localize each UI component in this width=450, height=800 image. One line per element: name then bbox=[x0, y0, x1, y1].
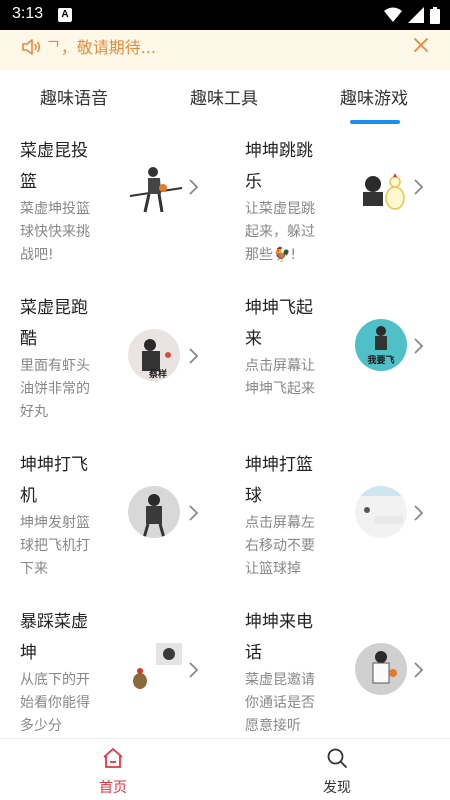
home-icon bbox=[103, 748, 123, 768]
stomp-thumbnail bbox=[133, 643, 182, 689]
game-card-fly[interactable]: 坤坤飞起来 点击屏幕让坤坤飞起来 我要飞 bbox=[225, 283, 450, 440]
chevron-right-icon bbox=[189, 505, 199, 521]
tab-bar: 趣味语音 趣味工具 趣味游戏 bbox=[0, 70, 450, 126]
player-chicken-thumbnail bbox=[363, 173, 405, 210]
bottom-nav: 首页 发现 bbox=[0, 738, 450, 800]
game-description: 菜虚坤投篮球快快来挑战吧! bbox=[20, 201, 90, 263]
nav-discover[interactable]: 发现 bbox=[307, 747, 367, 797]
game-title: 菜虚昆跑酷 bbox=[20, 298, 88, 349]
game-description: 里面有虾头油饼非常的好丸 bbox=[20, 358, 90, 420]
chevron-right-icon bbox=[189, 662, 199, 678]
game-description: 从底下的开始看你能得多少分 bbox=[20, 672, 90, 734]
game-title: 坤坤跳跳乐 bbox=[245, 141, 313, 192]
game-title: 菜虚昆投篮 bbox=[20, 141, 88, 192]
chevron-right-icon bbox=[414, 505, 424, 521]
game-card-basketball-shot[interactable]: 菜虚昆投篮 菜虚坤投篮球快快来挑战吧! bbox=[0, 126, 225, 283]
tab-indicator bbox=[350, 120, 400, 124]
nav-discover-label: 发现 bbox=[323, 780, 351, 796]
thumb-caption: 我要飞 bbox=[367, 354, 394, 366]
basketball-court-thumbnail bbox=[355, 486, 407, 538]
status-bar: 3:13 A bbox=[0, 0, 450, 30]
game-card-jump[interactable]: 坤坤跳跳乐 让菜虚昆跳起来，躲过那些🐓! bbox=[225, 126, 450, 283]
chevron-right-icon bbox=[414, 662, 424, 678]
speaker-icon bbox=[22, 39, 41, 55]
game-card-parkour[interactable]: 菜虚昆跑酷 里面有虾头油饼非常的好丸 蔡样 bbox=[0, 283, 225, 440]
search-icon bbox=[327, 748, 347, 768]
battery-icon bbox=[430, 6, 440, 24]
game-card-shoot-planes[interactable]: 坤坤打飞机 坤坤发射篮球把飞机打下来 bbox=[0, 440, 225, 597]
parkour-thumbnail: 蔡样 bbox=[128, 329, 180, 381]
game-title: 坤坤打篮球 bbox=[245, 455, 313, 506]
game-title: 坤坤打飞机 bbox=[20, 455, 88, 506]
notice-bar: ᄀ，敬请期待... bbox=[0, 30, 450, 70]
game-grid: 菜虚昆投篮 菜虚坤投篮球快快来挑战吧! 坤坤跳跳乐 让菜虚昆跳起来，躲过那些🐓!… bbox=[0, 126, 450, 738]
game-title: 暴踩菜虚坤 bbox=[20, 612, 88, 663]
status-icons bbox=[384, 6, 440, 24]
chevron-right-icon bbox=[189, 348, 199, 364]
wifi-icon bbox=[384, 7, 402, 22]
game-description: 让菜虚昆跳起来，躲过那些🐓! bbox=[245, 201, 315, 263]
nav-home-label: 首页 bbox=[99, 780, 127, 796]
fly-thumbnail: 我要飞 bbox=[355, 319, 407, 371]
game-description: 坤坤发射篮球把飞机打下来 bbox=[20, 515, 90, 577]
close-icon[interactable] bbox=[412, 36, 430, 54]
game-card-phone-call[interactable]: 坤坤来电话 菜虚昆邀请你通话是否愿意接听 bbox=[225, 597, 450, 738]
game-description: 菜虚昆邀请你通话是否愿意接听 bbox=[245, 672, 315, 734]
tab-fun-voice[interactable]: 趣味语音 bbox=[40, 84, 108, 109]
thumb-caption: 蔡样 bbox=[148, 368, 167, 380]
basketball-player-thumbnail bbox=[129, 167, 183, 213]
game-description: 点击屏幕左右移动不要让篮球掉 bbox=[245, 515, 315, 577]
notice-text: ᄀ，敬请期待... bbox=[46, 38, 156, 57]
status-time: 3:13 bbox=[12, 5, 44, 22]
chevron-right-icon bbox=[414, 338, 424, 354]
signal-icon bbox=[408, 7, 424, 23]
game-card-stomp[interactable]: 暴踩菜虚坤 从底下的开始看你能得多少分 bbox=[0, 597, 225, 738]
tab-fun-tools[interactable]: 趣味工具 bbox=[190, 84, 258, 109]
game-card-basketball[interactable]: 坤坤打篮球 点击屏幕左右移动不要让篮球掉 bbox=[225, 440, 450, 597]
chevron-right-icon bbox=[189, 179, 199, 195]
chevron-right-icon bbox=[414, 179, 424, 195]
game-title: 坤坤飞起来 bbox=[245, 298, 313, 349]
nav-home[interactable]: 首页 bbox=[83, 747, 143, 797]
tab-fun-games[interactable]: 趣味游戏 bbox=[340, 84, 408, 109]
notification-a-icon: A bbox=[58, 8, 72, 22]
phone-call-thumbnail bbox=[355, 643, 407, 695]
shoot-planes-thumbnail bbox=[128, 486, 180, 538]
game-description: 点击屏幕让坤坤飞起来 bbox=[245, 358, 315, 397]
game-title: 坤坤来电话 bbox=[245, 612, 313, 663]
